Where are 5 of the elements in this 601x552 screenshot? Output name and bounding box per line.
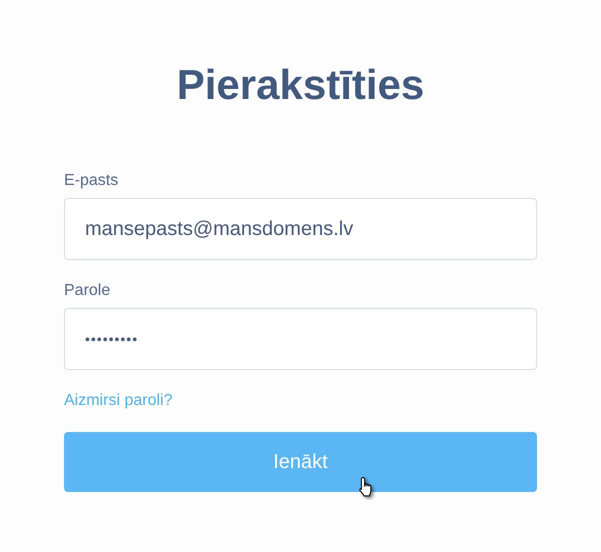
field-label: Parole xyxy=(64,282,110,300)
input-field[interactable]: ••••••••• xyxy=(64,308,537,370)
field-label: E-pasts xyxy=(64,172,118,190)
input-field[interactable]: mansepasts@mansdomens.lv xyxy=(64,198,537,260)
page-title: Pierakstīties xyxy=(176,60,426,110)
